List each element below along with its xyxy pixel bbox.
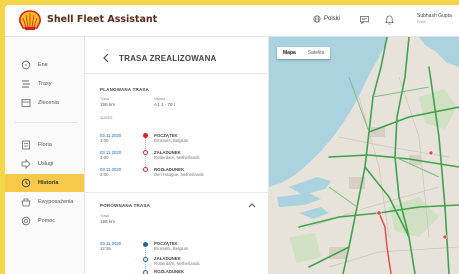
stop-address: Den Haague, Netherlands [154, 172, 204, 177]
sidebar-item-label: Ene [38, 62, 48, 68]
stop-time: 12:36 [100, 246, 111, 251]
stop-date: 03.11.2020 12:36 [100, 241, 121, 251]
stop-entry: ROZŁADUNEK [154, 269, 184, 274]
sidebar-item-ewyposazenia[interactable]: Ewyposażenia [5, 193, 84, 211]
language-label: Polski [324, 16, 341, 22]
user-subtitle: Shell [417, 19, 426, 24]
orders-icon [21, 99, 31, 107]
sidebar-item-zlecenia[interactable]: Zlecenia [5, 94, 84, 112]
stop-date: 03.11.2020 3:00 [100, 133, 121, 143]
stop-date: 03.11.2020 2:00 [100, 167, 121, 177]
stop-marker [143, 167, 148, 172]
planned-name-value: A1 1 - 76 I [154, 102, 176, 107]
page-title: TRASA ZREALIZOWANA [119, 54, 217, 63]
circle-icon [21, 60, 31, 70]
equipment-icon [21, 198, 31, 207]
sidebar: Ene Trasy Zlecenia Floria Usługi Histori… [5, 37, 85, 274]
language-selector[interactable]: Polski [313, 15, 340, 23]
map-pin-icon[interactable] [442, 234, 448, 240]
route-map[interactable]: Mapa Satelita [269, 37, 459, 274]
map-pin-icon[interactable] [376, 210, 382, 216]
compared-distance-label: Trasa [100, 214, 110, 218]
sidebar-divider [15, 122, 77, 123]
stop-entry: ZAŁADUNEK Rotterdam, Netherlands [154, 256, 200, 266]
chevron-left-icon[interactable] [102, 53, 110, 63]
stop-address: Brussels, Belgium [154, 246, 189, 251]
services-icon [21, 159, 31, 169]
sidebar-item-label: Zlecenia [38, 100, 59, 106]
planned-stops-label: ADRES [100, 116, 113, 120]
planned-distance-label: Trasa [100, 97, 110, 101]
divider [85, 73, 268, 74]
sidebar-item-label: Pomoc [38, 218, 56, 224]
sidebar-item-ene[interactable]: Ene [5, 56, 84, 74]
planned-route-heading: PLANOWANA TRASA [100, 87, 150, 92]
sidebar-item-uslugi[interactable]: Usługi [5, 155, 84, 173]
map-canvas[interactable] [269, 37, 459, 274]
tab-map[interactable]: Mapa [277, 47, 302, 59]
route-detail-panel: TRASA ZREALIZOWANA PLANOWANA TRASA Trasa… [85, 37, 269, 274]
stop-entry: POCZĄTEK Brussels, Belgium [154, 241, 188, 251]
compared-distance-value: 156 km [100, 219, 116, 224]
tab-satellite[interactable]: Satelita [302, 47, 331, 59]
sidebar-item-pomoc[interactable]: Pomoc [5, 212, 84, 230]
sidebar-item-label: Ewyposażenia [38, 199, 74, 205]
divider [85, 192, 268, 193]
stop-entry: ROZŁADUNEK Den Haague, Netherlands [154, 167, 204, 177]
stop-entry: ZAŁADUNEK Rotterdam, Netherlands [154, 150, 200, 160]
sidebar-item-historia[interactable]: Historia [5, 174, 84, 192]
stop-marker [143, 257, 148, 262]
routes-icon [22, 80, 30, 88]
user-menu[interactable]: Subhash Gupta Shell [417, 13, 452, 25]
stop-entry: POCZĄTEK Brussels, Belgium [154, 133, 188, 143]
stop-marker [143, 150, 148, 155]
sidebar-item-label: Floria [38, 142, 52, 148]
help-icon [21, 216, 31, 226]
planned-distance-value: 156 km [100, 102, 116, 107]
stop-time: 3:00 [100, 138, 109, 143]
sidebar-item-label: Usługi [38, 161, 54, 167]
stop-name: ROZŁADUNEK [154, 269, 185, 274]
top-bar: Shell Fleet Assistant Polski Subhash Gup… [5, 5, 459, 37]
chat-icon[interactable] [360, 16, 369, 24]
sidebar-item-label: Historia [38, 180, 59, 186]
stop-address: Rotterdam, Netherlands [154, 155, 200, 160]
app-title: Shell Fleet Assistant [47, 14, 158, 25]
sidebar-item-trasy[interactable]: Trasy [5, 75, 84, 93]
planned-name-label: Nazwa [154, 97, 165, 101]
stop-time: 2:00 [100, 172, 109, 177]
stop-address: Rotterdam, Netherlands [154, 261, 200, 266]
history-icon [21, 178, 31, 188]
map-type-tabs: Mapa Satelita [277, 47, 331, 59]
chevron-up-icon[interactable] [248, 202, 256, 208]
sidebar-item-floria[interactable]: Floria [5, 136, 84, 154]
stop-marker [143, 242, 148, 247]
map-pin-icon[interactable] [428, 150, 434, 156]
stop-marker [143, 270, 148, 274]
stop-date: 03.11.2020 3:00 [100, 150, 121, 160]
stop-time: 3:00 [100, 155, 109, 160]
stop-address: Brussels, Belgium [154, 138, 189, 143]
shell-logo [19, 10, 41, 30]
compared-route-heading: PORÓWNANA TRASA [100, 203, 151, 208]
stop-marker [143, 133, 148, 138]
globe-icon [313, 15, 321, 23]
fleet-icon [22, 140, 30, 150]
sidebar-item-label: Trasy [38, 81, 52, 87]
bell-icon[interactable] [385, 15, 394, 25]
app-window: Shell Fleet Assistant Polski Subhash Gup… [5, 5, 459, 274]
